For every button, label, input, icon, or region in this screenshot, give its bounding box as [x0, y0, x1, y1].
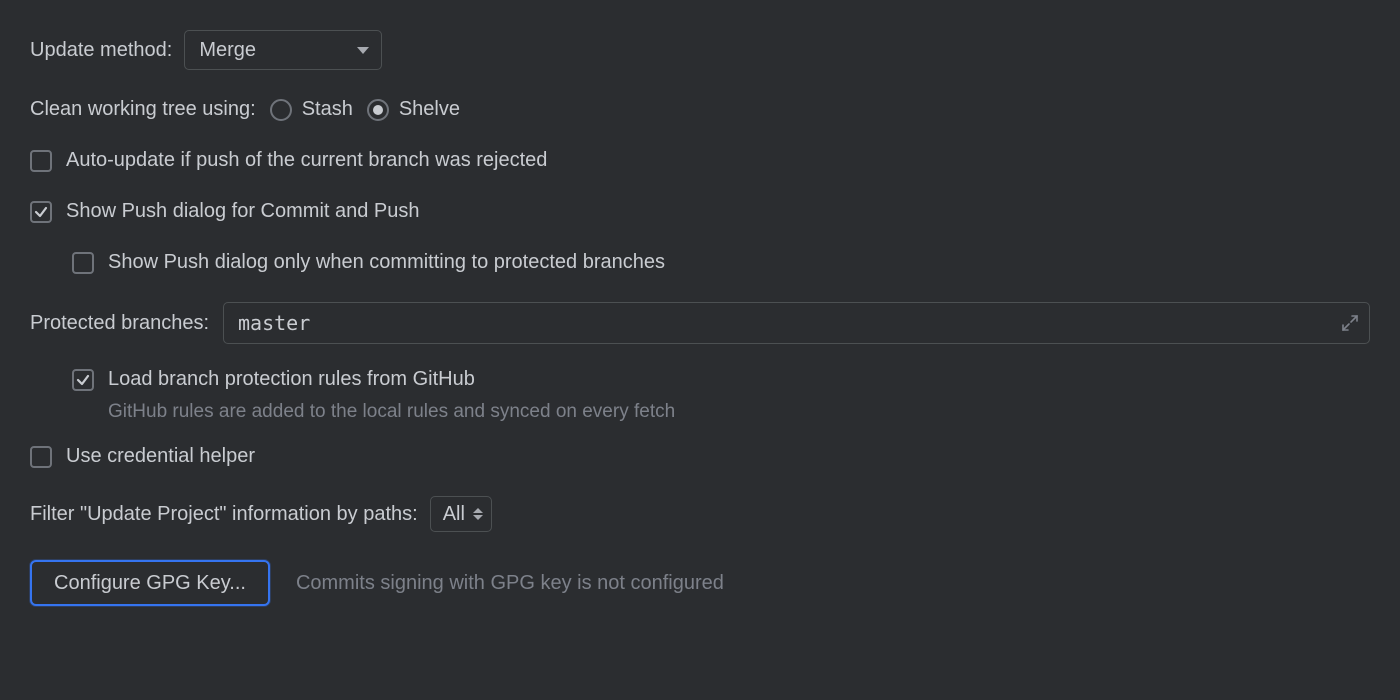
configure-gpg-label: Configure GPG Key...: [54, 572, 246, 595]
update-method-value: Merge: [199, 39, 256, 62]
auto-update-label: Auto-update if push of the current branc…: [66, 149, 547, 172]
filter-paths-value: All: [443, 503, 465, 526]
protected-branches-input[interactable]: master: [223, 302, 1370, 344]
clean-tree-row: Clean working tree using: Stash Shelve: [30, 98, 1370, 121]
checkbox-indicator: [30, 446, 52, 468]
load-branch-rules-label: Load branch protection rules from GitHub: [108, 368, 475, 391]
show-push-checkbox[interactable]: Show Push dialog for Commit and Push: [30, 200, 420, 223]
checkbox-indicator: [72, 252, 94, 274]
radio-indicator-selected: [367, 99, 389, 121]
protected-branches-value: master: [238, 311, 310, 335]
checkbox-indicator-checked: [72, 369, 94, 391]
clean-tree-shelve-label: Shelve: [399, 98, 460, 121]
update-method-row: Update method: Merge: [30, 30, 1370, 70]
filter-paths-label: Filter "Update Project" information by p…: [30, 503, 418, 526]
protected-branches-row: Protected branches: master: [30, 302, 1370, 344]
credential-helper-label: Use credential helper: [66, 445, 255, 468]
checkbox-indicator: [30, 150, 52, 172]
protected-branches-label: Protected branches:: [30, 312, 209, 335]
clean-tree-label: Clean working tree using:: [30, 98, 256, 121]
credential-helper-row: Use credential helper: [30, 445, 1370, 468]
update-method-select[interactable]: Merge: [184, 30, 382, 70]
filter-paths-row: Filter "Update Project" information by p…: [30, 496, 1370, 532]
show-push-protected-row: Show Push dialog only when committing to…: [30, 251, 1370, 274]
credential-helper-checkbox[interactable]: Use credential helper: [30, 445, 255, 468]
radio-indicator: [270, 99, 292, 121]
gpg-row: Configure GPG Key... Commits signing wit…: [30, 560, 1370, 606]
show-push-row: Show Push dialog for Commit and Push: [30, 200, 1370, 223]
configure-gpg-button[interactable]: Configure GPG Key...: [30, 560, 270, 606]
update-method-label: Update method:: [30, 39, 172, 62]
checkbox-indicator-checked: [30, 201, 52, 223]
load-branch-rules-row: Load branch protection rules from GitHub: [30, 368, 1370, 391]
gpg-status-text: Commits signing with GPG key is not conf…: [296, 572, 724, 595]
show-push-protected-label: Show Push dialog only when committing to…: [108, 251, 665, 274]
stepper-icon: [473, 508, 483, 520]
git-settings-panel: Update method: Merge Clean working tree …: [0, 0, 1400, 636]
clean-tree-stash-radio[interactable]: Stash: [270, 98, 353, 121]
show-push-label: Show Push dialog for Commit and Push: [66, 200, 420, 223]
auto-update-row: Auto-update if push of the current branc…: [30, 149, 1370, 172]
clean-tree-shelve-radio[interactable]: Shelve: [367, 98, 460, 121]
load-branch-rules-checkbox[interactable]: Load branch protection rules from GitHub: [72, 368, 475, 391]
auto-update-checkbox[interactable]: Auto-update if push of the current branc…: [30, 149, 547, 172]
clean-tree-stash-label: Stash: [302, 98, 353, 121]
filter-paths-select[interactable]: All: [430, 496, 492, 532]
expand-icon[interactable]: [1341, 314, 1359, 332]
chevron-down-icon: [357, 47, 369, 54]
show-push-protected-checkbox[interactable]: Show Push dialog only when committing to…: [72, 251, 665, 274]
load-branch-rules-hint: GitHub rules are added to the local rule…: [30, 401, 1370, 423]
